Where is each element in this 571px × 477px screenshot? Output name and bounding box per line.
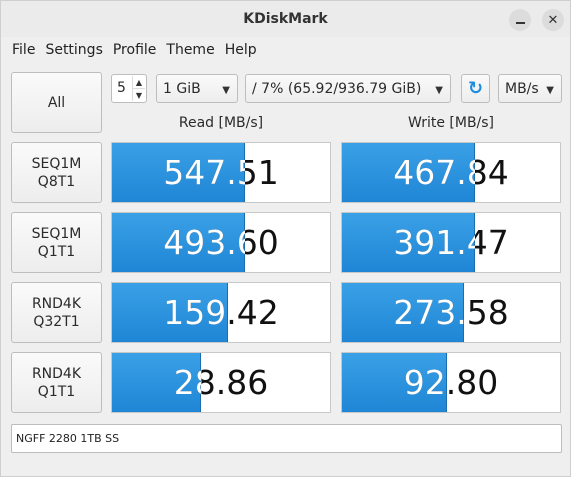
- device-comment-field[interactable]: NGFF 2280 1TB SS: [11, 424, 562, 453]
- test-label-line1: SEQ1M: [31, 155, 82, 172]
- test-label-line2: Q1T1: [37, 243, 76, 260]
- size-value: 1 GiB: [163, 80, 201, 97]
- test-label-line1: SEQ1M: [31, 225, 82, 242]
- title-bar: KDiskMark ✕: [1, 1, 570, 37]
- window-title: KDiskMark: [243, 11, 328, 27]
- test-label-line2: Q32T1: [33, 313, 80, 330]
- write-header: Write [MB/s]: [407, 115, 495, 131]
- test-label-line2: Q8T1: [37, 173, 76, 190]
- menu-file[interactable]: File: [7, 42, 40, 58]
- spin-arrows: ▲ ▼: [132, 76, 145, 101]
- chevron-down-icon: ▼: [222, 85, 230, 96]
- test-button-seq1m-q8t1[interactable]: SEQ1M Q8T1: [11, 142, 102, 203]
- close-button[interactable]: ✕: [542, 9, 564, 31]
- drive-value: / 7% (65.92/936.79 GiB): [252, 80, 422, 97]
- write-result: 391.47 391.47: [341, 212, 561, 273]
- unit-value: MB/s: [505, 80, 539, 97]
- menu-settings[interactable]: Settings: [40, 42, 107, 58]
- read-header: Read [MB/s]: [178, 115, 264, 131]
- menu-profile[interactable]: Profile: [108, 42, 162, 58]
- test-label-line1: RND4K: [31, 365, 82, 382]
- chevron-down-icon: ▼: [546, 85, 554, 96]
- menu-bar: File Settings Profile Theme Help: [1, 38, 570, 62]
- runs-spinbox[interactable]: 5 ▲ ▼: [111, 74, 147, 103]
- test-button-seq1m-q1t1[interactable]: SEQ1M Q1T1: [11, 212, 102, 273]
- size-combo[interactable]: 1 GiB ▼: [156, 74, 238, 103]
- app-window: KDiskMark ✕ File Settings Profile Theme …: [0, 0, 571, 477]
- close-icon: ✕: [547, 12, 559, 28]
- test-label-line2: Q1T1: [37, 383, 76, 400]
- spin-down-icon[interactable]: ▼: [132, 89, 145, 101]
- write-result: 467.84 467.84: [341, 142, 561, 203]
- read-result: 493.60 493.60: [111, 212, 331, 273]
- read-result: 28.86 28.86: [111, 352, 331, 413]
- runs-value: 5: [117, 80, 126, 96]
- test-button-rnd4k-q32t1[interactable]: RND4K Q32T1: [11, 282, 102, 343]
- test-label-line1: RND4K: [31, 295, 82, 312]
- refresh-icon: ↻: [467, 78, 484, 99]
- menu-help[interactable]: Help: [220, 42, 262, 58]
- read-result: 547.51 547.51: [111, 142, 331, 203]
- chevron-down-icon: ▼: [435, 85, 443, 96]
- write-result: 92.80 92.80: [341, 352, 561, 413]
- menu-theme[interactable]: Theme: [161, 42, 219, 58]
- read-result: 159.42 159.42: [111, 282, 331, 343]
- refresh-button[interactable]: ↻: [461, 74, 490, 103]
- unit-combo[interactable]: MB/s ▼: [498, 74, 562, 103]
- write-result: 273.58 273.58: [341, 282, 561, 343]
- run-all-button[interactable]: All: [11, 72, 102, 133]
- test-button-rnd4k-q1t1[interactable]: RND4K Q1T1: [11, 352, 102, 413]
- drive-combo[interactable]: / 7% (65.92/936.79 GiB) ▼: [245, 74, 451, 103]
- minimize-button[interactable]: [509, 9, 531, 31]
- spin-up-icon[interactable]: ▲: [132, 76, 145, 89]
